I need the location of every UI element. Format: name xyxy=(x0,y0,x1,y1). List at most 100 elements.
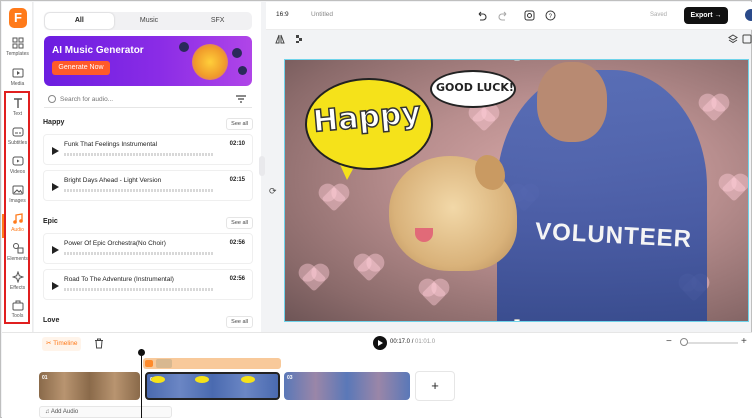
avatar[interactable] xyxy=(745,9,752,21)
track-item[interactable]: Bright Days Ahead - Light Version 02:15 xyxy=(43,170,253,201)
flip-icon[interactable] xyxy=(275,34,285,44)
heart-decoration xyxy=(421,281,447,307)
heart-decoration xyxy=(701,96,727,122)
track-duration: 02:15 xyxy=(229,177,245,183)
good-luck-text: GOOD LUCK! xyxy=(436,81,514,94)
heart-decoration xyxy=(471,106,497,132)
export-button[interactable]: Export → xyxy=(684,7,728,24)
heart-decoration xyxy=(721,176,747,202)
music-note-icon xyxy=(232,48,242,58)
track-item[interactable]: Power Of Epic Orchestra(No Choir) 02:56 xyxy=(43,233,253,264)
waveform xyxy=(64,252,214,255)
sticker-thumb xyxy=(151,376,165,383)
heart-decoration xyxy=(321,186,347,212)
ai-music-banner[interactable]: AI Music Generator Generate Now xyxy=(44,36,252,86)
help-icon[interactable]: ? xyxy=(545,10,556,21)
tab-all[interactable]: All xyxy=(45,13,114,29)
video-clip[interactable]: 01 xyxy=(39,372,140,400)
add-audio-button[interactable]: ♫ Add Audio xyxy=(39,406,172,418)
see-all-button[interactable]: See all xyxy=(226,118,253,130)
add-audio-label: Add Audio xyxy=(50,409,79,415)
play-icon[interactable] xyxy=(52,282,59,290)
track-name: Power Of Epic Orchestra(No Choir) xyxy=(64,240,166,247)
track-item[interactable]: Funk That Feelings Instrumental 02:10 xyxy=(43,134,253,165)
music-note-icon xyxy=(179,42,189,52)
see-all-button[interactable]: See all xyxy=(226,217,253,229)
audio-panel: All Music SFX AI Music Generator Generat… xyxy=(34,2,261,332)
rotate-icon[interactable]: ⟳ xyxy=(269,186,277,197)
search-input[interactable] xyxy=(60,93,210,105)
track-item[interactable]: Road To The Adventure (Instrumental) 02:… xyxy=(43,269,253,300)
templates-icon xyxy=(12,37,23,49)
export-label: Export xyxy=(690,12,713,19)
audio-search xyxy=(44,91,252,108)
top-bar: 16:9 Untitled ? Saved Export → xyxy=(266,2,752,30)
video-canvas[interactable]: VOLUNTEER Happy GOOD LUCK! xyxy=(284,59,749,322)
play-icon[interactable] xyxy=(52,183,59,191)
filter-icon[interactable] xyxy=(236,95,246,103)
zoom-out-button[interactable]: − xyxy=(666,336,672,347)
more-icon[interactable] xyxy=(742,34,752,44)
svg-text:?: ? xyxy=(549,14,553,20)
track-name: Bright Days Ahead - Light Version xyxy=(64,177,162,184)
timeline-panel: ✂ Timeline 00:17.0 / 01:01.0 − + 01 02 0… xyxy=(2,332,752,418)
banner-avatar-icon xyxy=(192,44,228,80)
track-name: Funk That Feelings Instrumental xyxy=(64,141,158,148)
aspect-ratio-select[interactable]: 16:9 xyxy=(276,11,289,18)
clip-number: 01 xyxy=(42,375,48,381)
zoom-in-button[interactable]: + xyxy=(741,336,747,347)
resize-handle-top[interactable] xyxy=(514,60,520,61)
section-happy: Happy See all xyxy=(43,118,253,130)
screenshot-icon[interactable] xyxy=(524,10,535,21)
person-head xyxy=(537,62,607,142)
panel-collapse-handle[interactable] xyxy=(259,156,265,176)
sticker-thumb xyxy=(241,376,255,383)
sticker-track-icon xyxy=(145,360,153,367)
zoom-slider[interactable] xyxy=(682,342,738,344)
generate-now-button[interactable]: Generate Now xyxy=(52,61,110,75)
sticker-track[interactable] xyxy=(143,358,281,369)
play-icon[interactable] xyxy=(52,147,59,155)
timeline-toggle[interactable]: ✂ Timeline xyxy=(42,337,82,351)
save-status: Saved xyxy=(650,12,668,18)
heart-decoration xyxy=(301,266,327,292)
rail-item-label: Media xyxy=(10,81,25,87)
redo-icon[interactable] xyxy=(498,10,509,21)
track-duration: 02:10 xyxy=(229,141,245,147)
rail-item-templates[interactable]: Templates xyxy=(2,36,33,66)
project-title[interactable]: Untitled xyxy=(311,11,333,18)
section-title: Love xyxy=(43,317,60,324)
add-clip-button[interactable]: + xyxy=(415,371,455,401)
current-time: 00:17.0 xyxy=(390,339,411,345)
heart-decoration xyxy=(356,256,382,282)
music-note-icon xyxy=(238,66,247,75)
section-love: Love See all xyxy=(43,316,253,328)
trash-icon[interactable] xyxy=(94,338,104,349)
sticker-thumb xyxy=(195,376,209,383)
undo-icon[interactable] xyxy=(476,10,487,21)
rail-item-label: Templates xyxy=(6,51,29,57)
track-name: Road To The Adventure (Instrumental) xyxy=(64,276,174,283)
transparency-icon[interactable] xyxy=(295,34,305,44)
play-icon[interactable] xyxy=(52,246,59,254)
timeline-label: Timeline xyxy=(53,340,78,347)
resize-handle-bottom[interactable] xyxy=(514,319,520,321)
audio-tabs: All Music SFX xyxy=(44,12,252,30)
tab-music[interactable]: Music xyxy=(115,12,184,30)
zoom-slider-knob[interactable] xyxy=(680,338,688,346)
see-all-button[interactable]: See all xyxy=(226,316,253,328)
banner-title: AI Music Generator xyxy=(52,45,144,56)
playhead[interactable] xyxy=(138,349,145,418)
layers-icon[interactable] xyxy=(728,34,738,44)
search-icon xyxy=(48,95,56,103)
tab-sfx[interactable]: SFX xyxy=(183,12,252,30)
video-clip-selected[interactable]: 02 xyxy=(145,372,280,400)
waveform xyxy=(64,153,214,156)
app-window: F Templates Media Text Subtitles Videos … xyxy=(0,0,752,418)
time-display: 00:17.0 / 01:01.0 xyxy=(390,339,436,345)
video-clip[interactable]: 03 xyxy=(284,372,410,400)
total-time: 01:01.0 xyxy=(415,339,436,345)
clip-number: 03 xyxy=(287,375,293,381)
play-button[interactable] xyxy=(373,336,387,350)
app-logo[interactable]: F xyxy=(9,8,27,28)
